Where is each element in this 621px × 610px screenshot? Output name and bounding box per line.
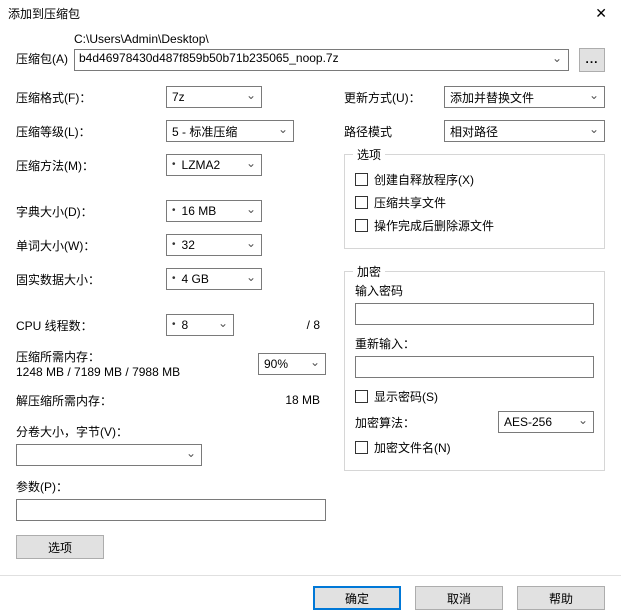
password-label: 输入密码 bbox=[355, 282, 594, 299]
format-label: 压缩格式(F)： bbox=[16, 89, 166, 106]
archive-path-hint: C:\Users\Admin\Desktop\ bbox=[74, 32, 605, 46]
dict-select[interactable]: 16 MB bbox=[166, 200, 262, 222]
split-select[interactable] bbox=[16, 444, 202, 466]
window-title: 添加到压缩包 bbox=[8, 5, 80, 22]
mem-comp-label: 压缩所需内存： bbox=[16, 348, 180, 365]
dict-label: 字典大小(D)： bbox=[16, 203, 166, 220]
help-button[interactable]: 帮助 bbox=[517, 586, 605, 610]
browse-button[interactable]: ... bbox=[579, 48, 605, 72]
mem-decomp-label: 解压缩所需内存： bbox=[16, 392, 112, 409]
word-select[interactable]: 32 bbox=[166, 234, 262, 256]
format-select[interactable]: 7z bbox=[166, 86, 262, 108]
mem-comp-detail: 1248 MB / 7189 MB / 7988 MB bbox=[16, 365, 180, 379]
params-input[interactable] bbox=[16, 499, 326, 521]
solid-select[interactable]: 4 GB bbox=[166, 268, 262, 290]
password-input[interactable] bbox=[355, 303, 594, 325]
checkbox-icon bbox=[355, 390, 368, 403]
split-label: 分卷大小，字节(V)： bbox=[16, 423, 326, 440]
level-label: 压缩等级(L)： bbox=[16, 123, 166, 140]
options-group-label: 选项 bbox=[353, 146, 385, 163]
archive-filename-select[interactable]: b4d46978430d487f859b50b71b235065_noop.7z bbox=[74, 49, 569, 71]
cancel-button[interactable]: 取消 bbox=[415, 586, 503, 610]
sfx-checkbox[interactable]: 创建自释放程序(X) bbox=[355, 171, 594, 188]
solid-label: 固实数据大小： bbox=[16, 271, 166, 288]
update-label: 更新方式(U)： bbox=[344, 89, 444, 106]
encryption-group-label: 加密 bbox=[353, 263, 385, 280]
method-label: 压缩方法(M)： bbox=[16, 157, 166, 174]
pathmode-select[interactable]: 相对路径 bbox=[444, 120, 605, 142]
options-button[interactable]: 选项 bbox=[16, 535, 104, 559]
close-icon[interactable]: ✕ bbox=[589, 5, 613, 22]
checkbox-icon bbox=[355, 219, 368, 232]
checkbox-icon bbox=[355, 441, 368, 454]
mem-pct-select[interactable]: 90% bbox=[258, 353, 326, 375]
threads-select[interactable]: 8 bbox=[166, 314, 234, 336]
archive-filename: b4d46978430d487f859b50b71b235065_noop.7z bbox=[79, 51, 339, 65]
threads-label: CPU 线程数： bbox=[16, 317, 166, 334]
ok-button[interactable]: 确定 bbox=[313, 586, 401, 610]
shared-checkbox[interactable]: 压缩共享文件 bbox=[355, 194, 594, 211]
word-label: 单词大小(W)： bbox=[16, 237, 166, 254]
show-password-checkbox[interactable]: 显示密码(S) bbox=[355, 388, 594, 405]
threads-total: / 8 bbox=[234, 318, 326, 332]
update-select[interactable]: 添加并替换文件 bbox=[444, 86, 605, 108]
level-select[interactable]: 5 - 标准压缩 bbox=[166, 120, 294, 142]
method-select[interactable]: LZMA2 bbox=[166, 154, 262, 176]
pathmode-label: 路径模式 bbox=[344, 123, 444, 140]
archive-label: 压缩包(A) bbox=[16, 32, 74, 67]
encrypt-names-checkbox[interactable]: 加密文件名(N) bbox=[355, 439, 594, 456]
password2-label: 重新输入： bbox=[355, 335, 594, 352]
enc-method-select[interactable]: AES-256 bbox=[498, 411, 594, 433]
delete-after-checkbox[interactable]: 操作完成后删除源文件 bbox=[355, 217, 594, 234]
mem-decomp-value: 18 MB bbox=[285, 393, 326, 407]
checkbox-icon bbox=[355, 173, 368, 186]
params-label: 参数(P)： bbox=[16, 478, 326, 495]
password2-input[interactable] bbox=[355, 356, 594, 378]
enc-method-label: 加密算法： bbox=[355, 414, 498, 431]
checkbox-icon bbox=[355, 196, 368, 209]
